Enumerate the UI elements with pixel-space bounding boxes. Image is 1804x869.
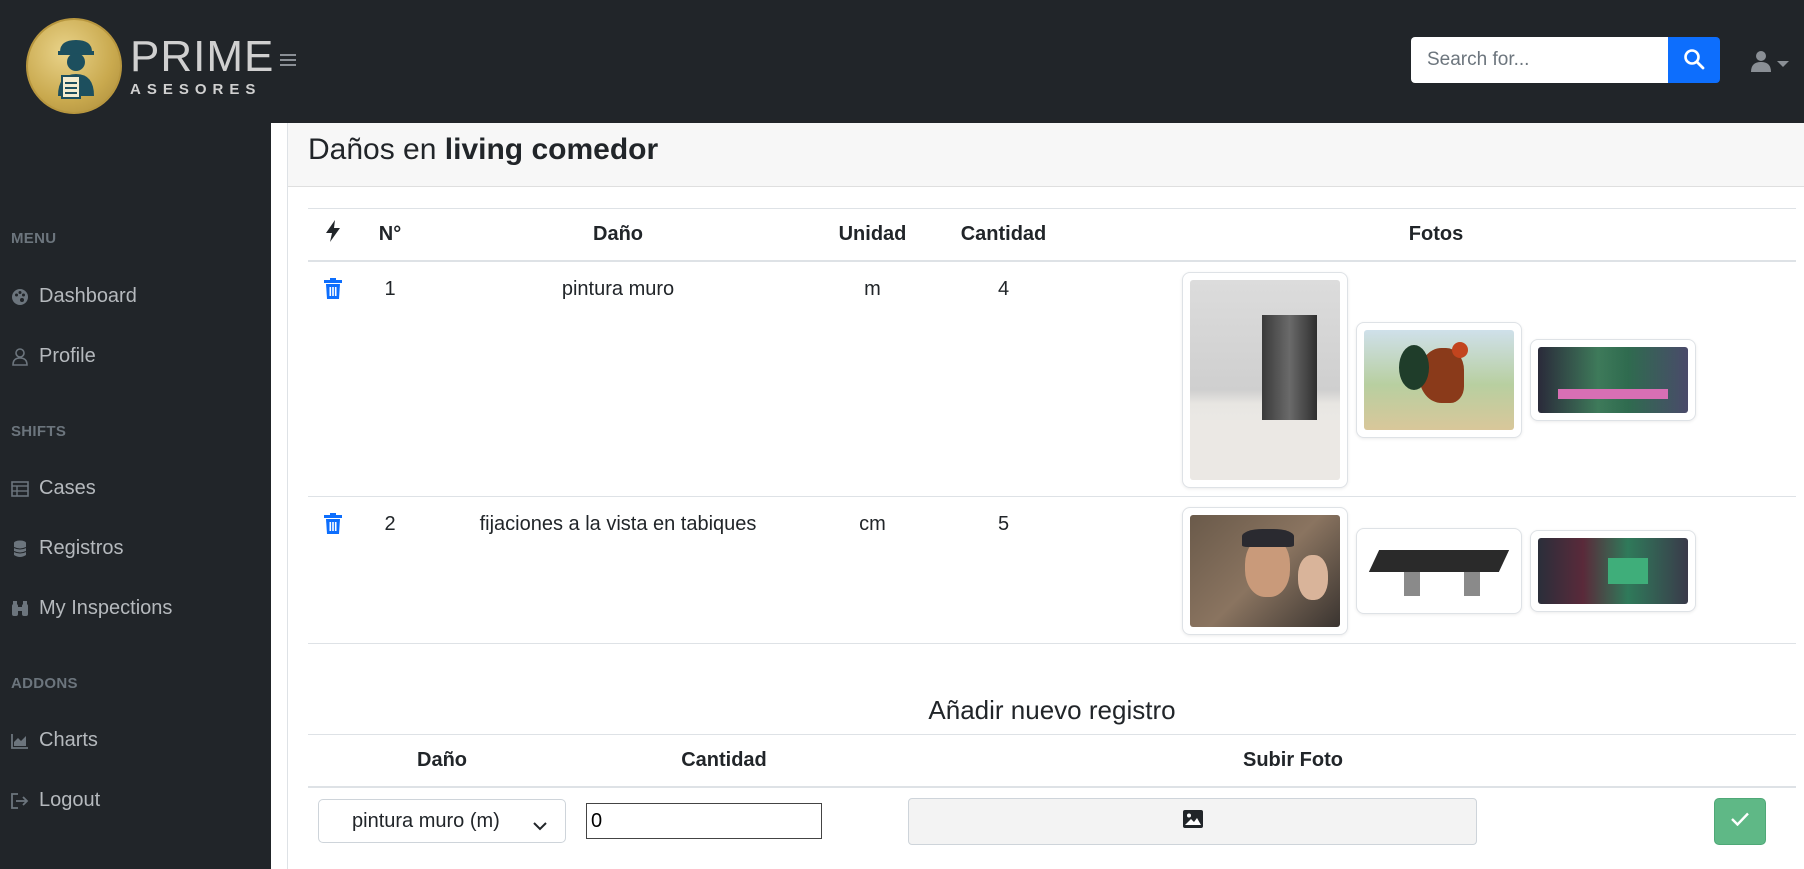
check-icon: [1731, 812, 1749, 831]
bedroom-photo: [1190, 279, 1340, 480]
circuit-board-photo: [1538, 346, 1688, 413]
table-header-row: Daño Cantidad Subir Foto: [308, 734, 1796, 788]
sidebar-item-profile[interactable]: Profile: [11, 345, 96, 368]
database-icon: [11, 540, 29, 558]
cantidad-header: Cantidad: [576, 734, 872, 788]
search-icon: [1683, 48, 1705, 73]
page-title-room: living comedor: [444, 133, 659, 166]
sidebar-item-label: Registros: [39, 537, 124, 559]
main-content: Daños en living comedor N° Daño Unidad C…: [271, 123, 1804, 869]
num-cell: 2: [358, 496, 422, 644]
search-input[interactable]: [1411, 37, 1668, 83]
bolt-icon: [325, 220, 341, 247]
sidebar-item-charts[interactable]: Charts: [11, 729, 98, 752]
new-record-row: pintura muro (m): [308, 787, 1796, 845]
brand-subtitle: ASESORES: [130, 80, 262, 98]
upload-photo-button[interactable]: [908, 797, 1477, 845]
sidebar-heading-shifts: SHIFTS: [11, 423, 67, 440]
selfie-photo: [1190, 515, 1340, 627]
damage-card: Daños en living comedor N° Daño Unidad C…: [287, 123, 1804, 869]
sidebar-item-my-inspections[interactable]: My Inspections: [11, 597, 172, 620]
table-row: 1 pintura muro m 4: [308, 260, 1796, 497]
cantidad-cell: 5: [931, 496, 1076, 644]
search-form: [1411, 37, 1720, 83]
user-icon: [1751, 50, 1771, 77]
palette-icon: [11, 288, 29, 306]
unidad-cell: cm: [814, 496, 931, 644]
actions-header: [308, 208, 358, 262]
chevron-down-icon: [1777, 60, 1789, 67]
subir-foto-header: Subir Foto: [872, 734, 1714, 788]
binoculars-icon: [11, 600, 29, 618]
search-button[interactable]: [1668, 37, 1720, 83]
page-title-prefix: Daños en: [308, 133, 437, 166]
fotos-cell: [1076, 260, 1796, 497]
brand-name: PRIME: [130, 31, 275, 81]
sidebar-item-dashboard[interactable]: Dashboard: [11, 285, 137, 308]
empty-header: [1714, 734, 1796, 788]
rooster-photo: [1364, 329, 1514, 430]
fotos-cell: [1076, 496, 1796, 644]
chart-area-icon: [11, 732, 29, 750]
chevron-down-icon: [533, 814, 547, 837]
sidebar-item-label: Cases: [39, 477, 96, 499]
submit-button[interactable]: [1714, 797, 1766, 845]
sidebar-heading-menu: MENU: [11, 230, 57, 247]
photo-thumbnail[interactable]: [1356, 528, 1522, 614]
photo-thumbnail[interactable]: [1530, 338, 1696, 421]
table-row: 2 fijaciones a la vista en tabiques cm 5: [308, 496, 1796, 644]
cantidad-cell: 4: [931, 260, 1076, 497]
trash-icon[interactable]: [324, 513, 342, 539]
dano-cell: fijaciones a la vista en tabiques: [422, 496, 814, 644]
fotos-header: Fotos: [1076, 208, 1796, 262]
photo-thumbnail[interactable]: [1356, 321, 1522, 438]
table-icon: [11, 480, 29, 498]
damage-table: N° Daño Unidad Cantidad Fotos 1 pintura …: [308, 208, 1796, 644]
cantidad-input[interactable]: [586, 803, 822, 839]
brand[interactable]: PRIME ASESORES: [26, 18, 274, 114]
user-icon: [11, 347, 29, 366]
logo-icon: [26, 18, 122, 114]
cantidad-header: Cantidad: [931, 208, 1076, 262]
page-title: Daños en living comedor: [288, 123, 1804, 187]
dano-header: Daño: [308, 734, 576, 788]
trash-icon[interactable]: [324, 277, 342, 304]
image-icon: [1182, 809, 1203, 833]
hamburger-icon[interactable]: [280, 48, 296, 72]
sidebar-item-label: My Inspections: [39, 597, 173, 619]
sidebar-item-logout[interactable]: Logout: [11, 789, 100, 812]
photo-thumbnail[interactable]: [1182, 507, 1348, 635]
3d-model-photo: [1364, 536, 1514, 606]
actions-cell: [308, 260, 358, 497]
top-navbar: PRIME ASESORES: [0, 0, 1804, 123]
user-dropdown[interactable]: [1751, 50, 1789, 77]
sidebar-item-label: Dashboard: [39, 285, 137, 307]
sidebar-item-label: Logout: [39, 789, 101, 811]
new-record-table: Daño Cantidad Subir Foto pintura muro (m…: [308, 734, 1796, 845]
photo-thumbnail[interactable]: [1530, 530, 1696, 612]
actions-cell: [308, 496, 358, 644]
dano-cell: pintura muro: [422, 260, 814, 497]
unidad-header: Unidad: [814, 208, 931, 262]
sidebar-item-registros[interactable]: Registros: [11, 537, 123, 560]
unidad-cell: m: [814, 260, 931, 497]
num-cell: 1: [358, 260, 422, 497]
new-record-title: Añadir nuevo registro: [928, 695, 1176, 725]
sidebar-item-label: Charts: [39, 729, 98, 751]
table-header-row: N° Daño Unidad Cantidad Fotos: [308, 208, 1796, 262]
photo-thumbnail[interactable]: [1182, 271, 1348, 488]
sidebar-heading-addons: ADDONS: [11, 675, 78, 692]
logout-icon: [11, 792, 29, 810]
dano-select[interactable]: pintura muro (m): [318, 799, 566, 843]
sidebar-item-cases[interactable]: Cases: [11, 477, 96, 500]
dano-header: Daño: [422, 208, 814, 262]
num-header: N°: [358, 208, 422, 262]
electronics-photo: [1538, 538, 1688, 604]
dano-select-value: pintura muro (m): [352, 809, 500, 832]
sidebar: MENU Dashboard Profile SHIFTS Cases Regi…: [0, 123, 271, 869]
sidebar-item-label: Profile: [39, 345, 96, 367]
